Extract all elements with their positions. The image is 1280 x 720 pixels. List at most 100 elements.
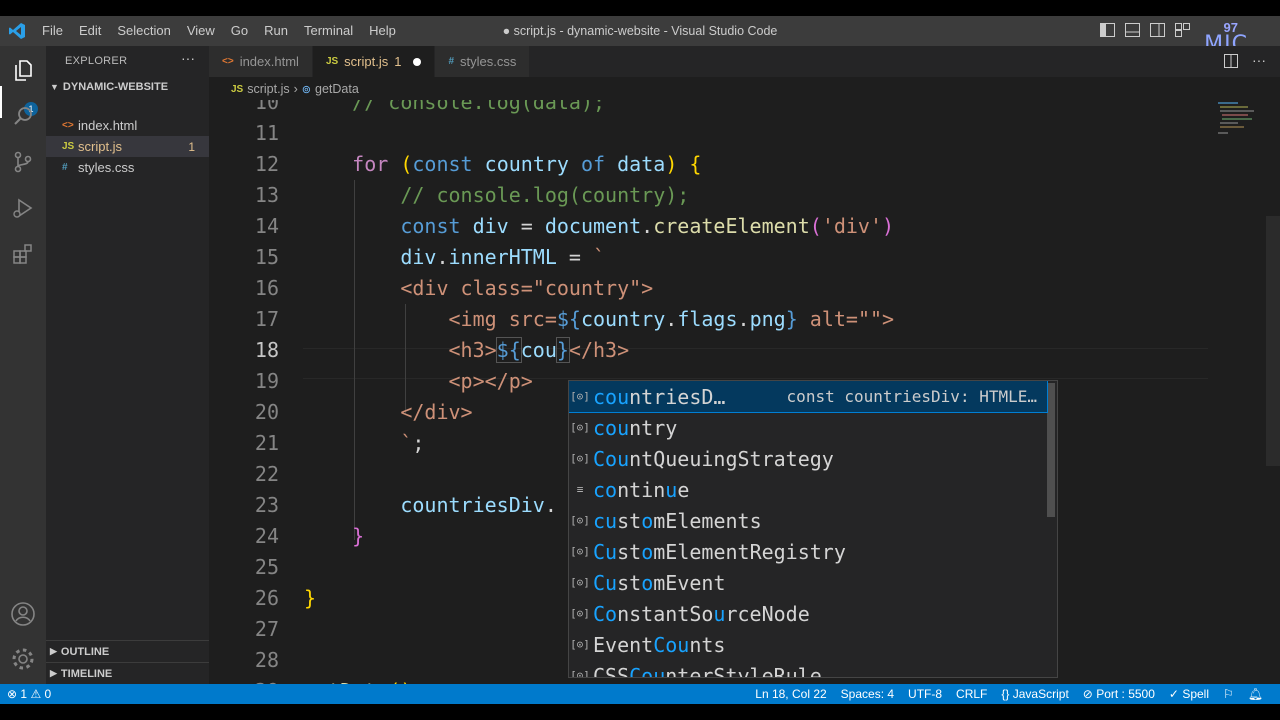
problems-status[interactable]: ⊗ 1 ⚠ 0	[0, 687, 58, 701]
suggestion-item[interactable]: [⊙] ConstantSourceNode	[569, 598, 1047, 629]
more-actions-icon[interactable]: ···	[181, 50, 195, 66]
language-mode[interactable]: {} JavaScript	[994, 687, 1075, 701]
menu-run[interactable]: Run	[256, 16, 296, 46]
file-script-js[interactable]: JS script.js 1	[46, 136, 209, 157]
warning-count: 0	[44, 687, 52, 701]
error-icon: ⊗	[7, 687, 18, 701]
chevron-right-icon: ▶	[50, 668, 57, 678]
suggestion-item[interactable]: [⊙] country	[569, 412, 1047, 443]
suggestion-item[interactable]: ≡ continue	[569, 474, 1047, 505]
check-icon: ✓	[1168, 687, 1179, 701]
extensions-icon[interactable]	[9, 240, 37, 268]
suggestion-item[interactable]: [⊙] customElements	[569, 505, 1047, 536]
suggestion-label: CountQueuingStrategy	[593, 446, 834, 471]
run-debug-icon[interactable]	[9, 194, 37, 222]
editor-scrollbar[interactable]	[1266, 216, 1280, 466]
code-editor[interactable]: 10 // console.log(data); 11 12 for (cons…	[209, 100, 1280, 684]
warning-icon: ⚠	[30, 687, 42, 701]
tab-index-html[interactable]: <> index.html	[209, 46, 313, 77]
line-number: 23	[254, 493, 279, 517]
editor-tabs: <> index.html JS script.js 1 # styles.cs…	[209, 46, 1280, 77]
toggle-primary-sidebar-icon[interactable]	[1100, 23, 1115, 37]
file-name: index.html	[78, 118, 138, 133]
code-line: 11	[209, 118, 1209, 149]
line-number: 22	[254, 462, 279, 486]
suggest-scrollbar[interactable]	[1047, 383, 1055, 517]
toggle-panel-icon[interactable]	[1125, 23, 1140, 37]
suggestion-item[interactable]: [⊙] CSSCounterStyleRule	[569, 660, 1047, 678]
encoding[interactable]: UTF-8	[901, 687, 949, 701]
spell-check[interactable]: ✓ Spell	[1162, 687, 1216, 701]
account-icon[interactable]	[9, 600, 37, 628]
outline-label: OUTLINE	[60, 645, 110, 658]
variable-icon: [⊙]	[570, 390, 590, 403]
menu-file[interactable]: File	[34, 16, 71, 46]
file-styles-css[interactable]: # styles.css	[46, 157, 209, 178]
outline-section[interactable]: ▶ OUTLINE	[46, 640, 209, 662]
problem-count-badge: 1	[188, 139, 195, 154]
line-number: 16	[254, 276, 279, 300]
timeline-section[interactable]: ▶ TIMELINE	[46, 662, 209, 684]
menu-view[interactable]: View	[179, 16, 223, 46]
line-number: 19	[254, 369, 279, 393]
notifications-bell-icon[interactable]: 🔔︎	[1241, 687, 1270, 701]
tab-label: styles.css	[460, 54, 517, 69]
line-number: 10	[254, 100, 279, 114]
tab-label: index.html	[239, 54, 299, 69]
more-actions-icon[interactable]: ···	[1252, 53, 1266, 73]
variable-icon: [⊙]	[570, 421, 590, 434]
customize-layout-icon[interactable]	[1175, 23, 1190, 37]
breadcrumb-symbol[interactable]: getData	[315, 82, 359, 96]
suggestion-item[interactable]: [⊙] CustomElementRegistry	[569, 536, 1047, 567]
explorer-sidebar: EXPLORER ··· ▼ DYNAMIC-WEBSITE <> index.…	[46, 46, 209, 684]
menu-edit[interactable]: Edit	[71, 16, 109, 46]
chevron-right-icon: ›	[293, 82, 298, 96]
suggestion-item[interactable]: [⊙] CountQueuingStrategy	[569, 443, 1047, 474]
search-icon[interactable]	[9, 102, 37, 130]
breadcrumb: JS script.js › ⊚ getData	[209, 78, 359, 100]
indentation[interactable]: Spaces: 4	[834, 687, 901, 701]
breadcrumb-file[interactable]: script.js	[247, 82, 289, 96]
folder-header[interactable]: ▼ DYNAMIC-WEBSITE	[50, 81, 168, 93]
suggestion-item[interactable]: [⊙] CustomEvent	[569, 567, 1047, 598]
suggestion-label: countriesD…	[593, 384, 726, 409]
menu-help[interactable]: Help	[361, 16, 404, 46]
tab-script-js[interactable]: JS script.js 1	[312, 46, 436, 77]
feedback-icon[interactable]: ⚐	[1216, 687, 1241, 701]
source-control-icon[interactable]	[9, 148, 37, 176]
suggest-widget[interactable]: [⊙] countriesD… const countriesDiv: HTMLE……	[568, 380, 1058, 678]
toggle-secondary-sidebar-icon[interactable]	[1150, 23, 1165, 37]
line-number: 17	[254, 307, 279, 331]
variable-icon: [⊙]	[570, 669, 590, 678]
minimap[interactable]	[1216, 100, 1266, 150]
line-number: 26	[254, 586, 279, 610]
suggestion-label: continue	[593, 477, 690, 502]
unsaved-dot-icon[interactable]	[413, 57, 422, 66]
line-number: 21	[254, 431, 279, 455]
suggestion-item[interactable]: [⊙] EventCounts	[569, 629, 1047, 660]
cursor-position[interactable]: Ln 18, Col 22	[748, 687, 833, 701]
live-server-port[interactable]: ⊘ Port : 5500	[1076, 687, 1162, 701]
variable-icon: [⊙]	[570, 638, 590, 651]
split-editor-icon[interactable]	[1224, 54, 1238, 73]
files-icon[interactable]	[9, 56, 37, 84]
error-count: 1	[20, 687, 28, 701]
code-line: 15 div.innerHTML = `	[209, 242, 1209, 273]
menu-selection[interactable]: Selection	[109, 16, 178, 46]
js-file-icon: JS	[62, 141, 75, 152]
file-index-html[interactable]: <> index.html	[46, 115, 209, 136]
line-number: 14	[254, 214, 279, 238]
menu-go[interactable]: Go	[223, 16, 256, 46]
tab-problem-count: 1	[394, 54, 402, 69]
broadcast-icon: ⊘	[1082, 687, 1093, 701]
active-indicator	[0, 86, 2, 118]
end-of-line[interactable]: CRLF	[949, 687, 994, 701]
menu-terminal[interactable]: Terminal	[296, 16, 361, 46]
suggestion-item[interactable]: [⊙] countriesD… const countriesDiv: HTMLE…	[569, 381, 1048, 413]
settings-gear-icon[interactable]	[9, 645, 37, 673]
file-name: script.js	[78, 139, 123, 154]
layout-controls	[1100, 23, 1190, 37]
tab-styles-css[interactable]: # styles.css	[435, 46, 531, 77]
activity-bar: 1	[0, 46, 46, 684]
variable-icon: [⊙]	[570, 576, 590, 589]
